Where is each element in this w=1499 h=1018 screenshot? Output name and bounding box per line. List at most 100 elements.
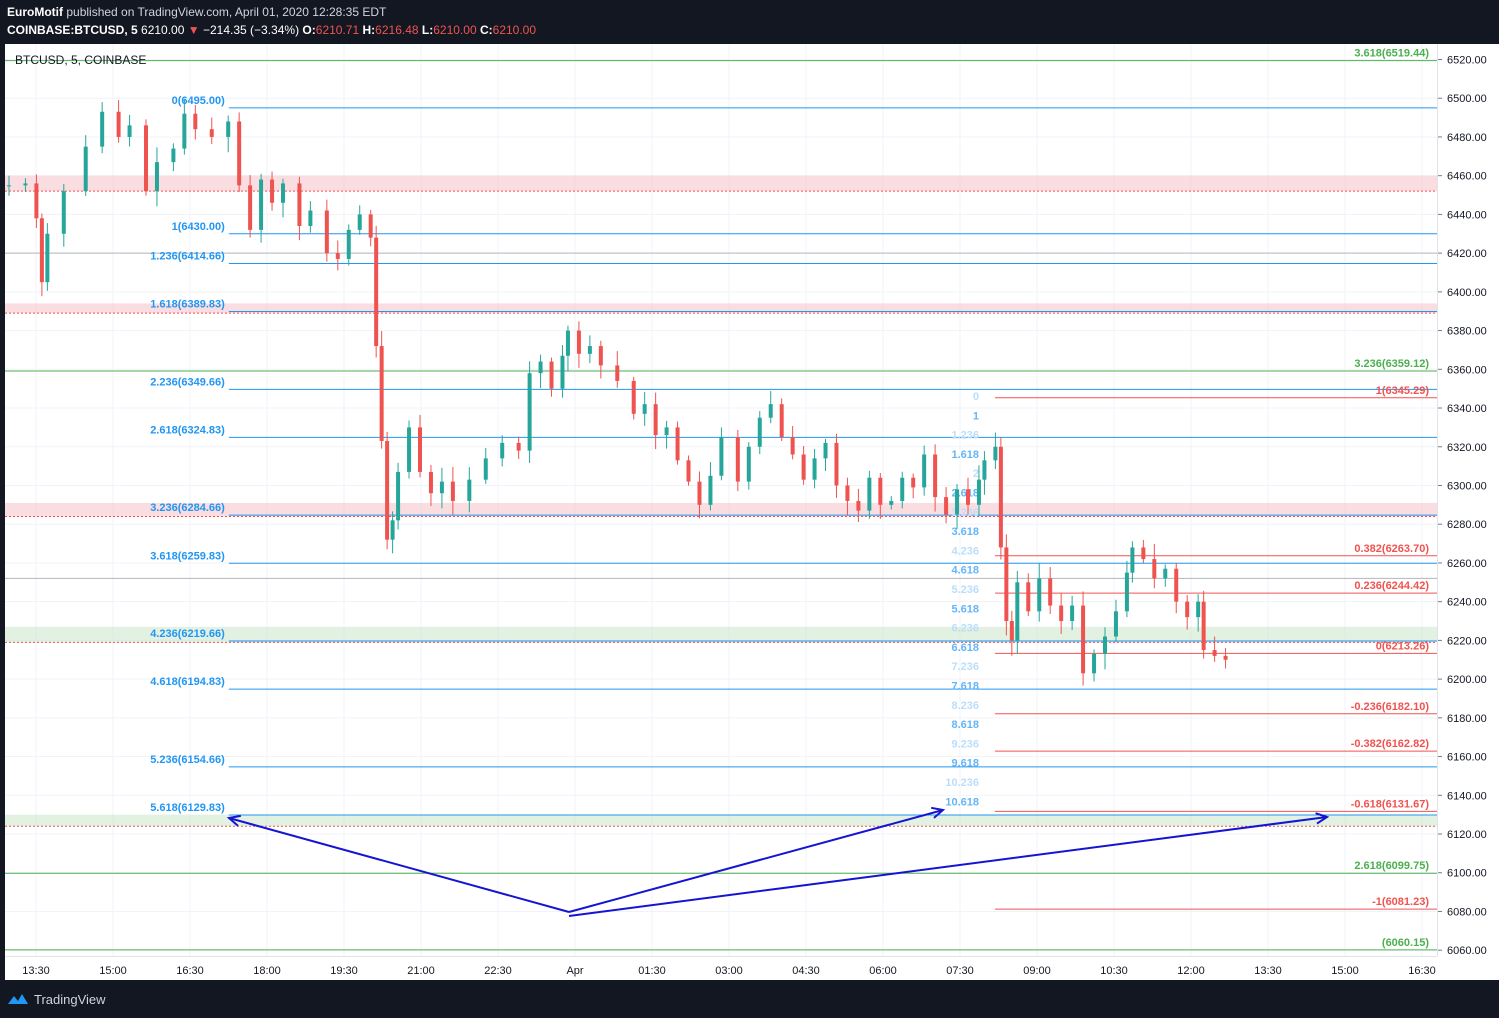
price-tick-label: 6360.00 <box>1447 364 1487 376</box>
candle-body <box>719 437 724 476</box>
time-tick-label: 18:00 <box>253 965 281 977</box>
candle-body <box>900 477 905 501</box>
price-tick-label: 6460.00 <box>1447 171 1487 183</box>
candle-body <box>396 471 401 521</box>
fib-level-label: (6060.15) <box>1382 937 1429 949</box>
time-axis[interactable]: 13:30 15:00 16:30 18:00 19:30 21:00 22:30 Apr 01… <box>5 956 1437 980</box>
candle-body <box>7 185 11 187</box>
candle-body <box>1223 655 1228 660</box>
candle-body <box>516 442 521 451</box>
candle-body <box>1059 605 1064 622</box>
time-axis-canvas: 13:30 15:00 16:30 18:00 19:30 21:00 22:30 Apr 01… <box>22 965 1436 977</box>
time-tick-label: 06:00 <box>869 965 897 977</box>
published-text: published on TradingView.com, April 01, … <box>66 5 387 19</box>
fib-ext-label: 6.618 <box>951 642 979 654</box>
tradingview-brand[interactable]: TradingView <box>34 992 106 1007</box>
candle-body <box>664 427 669 436</box>
high-label: H: <box>362 23 376 37</box>
time-tick-label: 13:30 <box>1254 965 1282 977</box>
candle-body <box>335 253 340 259</box>
candle-body <box>1092 653 1097 674</box>
fib-ext-label: 4.618 <box>951 565 979 577</box>
candle-body <box>357 214 362 230</box>
candle-body <box>845 485 850 501</box>
candle-body <box>1015 582 1020 641</box>
candle-body <box>483 458 488 480</box>
candle-body <box>565 330 570 356</box>
candle-body <box>878 477 883 505</box>
candle-body <box>911 477 916 488</box>
candle-body <box>538 361 543 374</box>
fib-ext-label: 9.236 <box>951 738 979 750</box>
fib-level-label: 0(6495.00) <box>172 95 226 107</box>
candle-body <box>955 489 960 515</box>
zone-band <box>5 175 1437 192</box>
price-change: −214.35 (−3.34%) <box>203 23 300 37</box>
candle-body <box>560 355 565 389</box>
price-tick-label: 6120.00 <box>1447 829 1487 841</box>
time-tick-label: 16:30 <box>1408 965 1436 977</box>
candle-body <box>61 191 66 234</box>
candle-body <box>598 346 603 366</box>
axis-corner <box>1437 956 1499 980</box>
price-axis[interactable]: 6520.00 6500.00 6480.00 6460.00 6440.00 6420.… <box>1437 44 1499 956</box>
candle-body <box>500 442 505 459</box>
fib-level-label: 5.618(6129.83) <box>150 802 225 814</box>
tradingview-logo-icon[interactable] <box>7 991 29 1007</box>
time-tick-label: 12:00 <box>1177 965 1205 977</box>
chart-pane[interactable]: 0(6495.00) 1(6430.00) 1.236(6414.66) 1.618(… <box>5 44 1437 956</box>
fib-level-label: 1(6345.29) <box>1376 385 1430 397</box>
price-tick-label: 6220.00 <box>1447 635 1487 647</box>
price-tick-label: 6440.00 <box>1447 209 1487 221</box>
low-label: L: <box>421 23 434 37</box>
fib-ext-label: 10.236 <box>945 777 979 789</box>
candle-body <box>1004 547 1009 622</box>
trend-arrow-line <box>228 817 570 913</box>
candle-body <box>889 500 894 505</box>
price-tick-label: 6160.00 <box>1447 752 1487 764</box>
symbol-full: COINBASE:BTCUSD, 5 <box>7 23 138 37</box>
author-name[interactable]: EuroMotif <box>7 5 63 19</box>
fib-level-label: 5.236(6154.66) <box>150 754 225 766</box>
candle-body <box>993 446 998 461</box>
candle-body <box>270 179 275 203</box>
time-tick-label: 15:00 <box>1331 965 1359 977</box>
fib-level-label: 3.618(6259.83) <box>150 550 225 562</box>
price-tick-label: 6100.00 <box>1447 868 1487 880</box>
candle-body <box>549 361 554 389</box>
candle-body <box>1152 559 1157 579</box>
candle-body <box>823 442 828 459</box>
candle-body <box>1070 605 1075 622</box>
candle-body <box>23 183 28 186</box>
fib-level-label: 2.618(6099.75) <box>1354 860 1429 872</box>
candle-body <box>226 121 231 137</box>
candle-body <box>1037 578 1042 612</box>
candle-body <box>653 404 658 436</box>
candle-body <box>675 427 680 461</box>
candle-body <box>933 454 938 498</box>
candle-body <box>127 125 132 137</box>
candle-body <box>407 427 412 472</box>
fib-level-label: 4.236(6219.66) <box>150 628 225 640</box>
candle-body <box>1201 601 1206 651</box>
candle-body <box>801 454 806 480</box>
candle-body <box>324 210 329 254</box>
fib-level-label: -0.236(6182.10) <box>1351 701 1430 713</box>
time-tick-label: 22:30 <box>484 965 512 977</box>
candle-body <box>1113 611 1118 637</box>
fib-ext-label: 1.236 <box>951 430 979 442</box>
fib-level-label: 2.236(6349.66) <box>150 376 225 388</box>
candle-body <box>1130 547 1135 573</box>
candle-body <box>697 481 702 505</box>
fib-level-label: 2.618(6324.83) <box>150 424 225 436</box>
last-price: 6210.00 <box>141 23 185 37</box>
candle-body <box>1081 605 1086 674</box>
price-tick-label: 6280.00 <box>1447 519 1487 531</box>
candle-body <box>1124 572 1129 612</box>
fib-ext-label: 9.618 <box>951 758 979 770</box>
candle-body <box>368 214 373 238</box>
fib-ext-label: 0 <box>973 391 979 403</box>
time-tick-label: 21:00 <box>407 965 435 977</box>
chart-canvas[interactable]: 0(6495.00)1(6430.00)1.236(6414.66)1.618(… <box>5 44 1437 956</box>
close-label: C: <box>479 23 493 37</box>
